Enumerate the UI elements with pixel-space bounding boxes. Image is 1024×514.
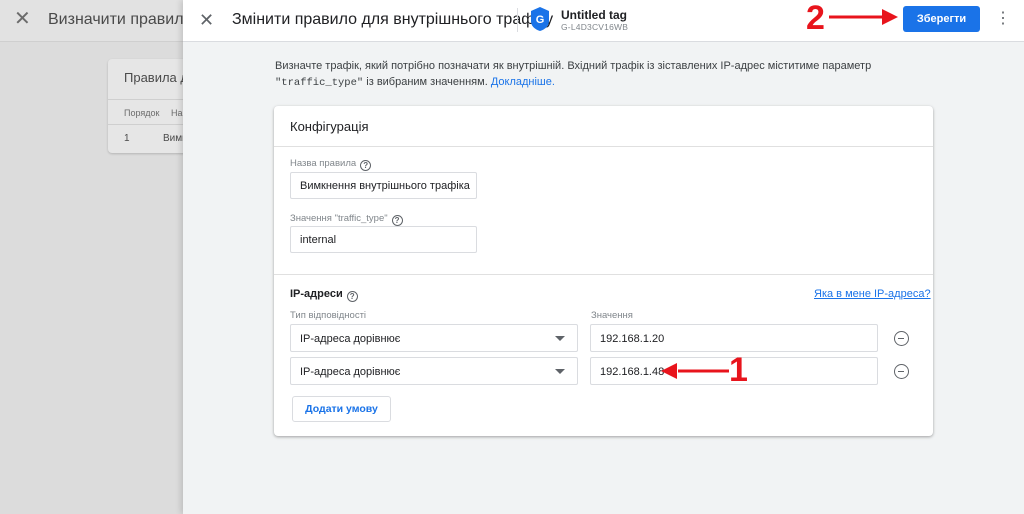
annotation-step-1: 1 [729, 351, 748, 389]
annotation-step-2: 2 [806, 0, 825, 37]
arrow-icon [829, 9, 898, 25]
arrow-icon [661, 363, 729, 379]
annotation-arrows [661, 9, 898, 379]
